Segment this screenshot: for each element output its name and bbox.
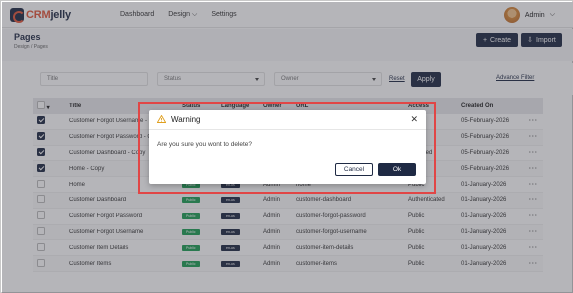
dialog-title: Warning [171, 115, 201, 124]
cancel-button[interactable]: Cancel [335, 163, 373, 176]
ok-button[interactable]: Ok [378, 163, 416, 176]
close-icon[interactable]: ✕ [410, 115, 418, 124]
dialog-header: Warning ✕ [149, 110, 426, 130]
app-frame: CRMjelly Dashboard Design ⌵ Settings Adm… [0, 0, 573, 293]
warning-icon [156, 114, 167, 125]
warning-dialog: Warning ✕ Are you sure you wont to delet… [149, 110, 426, 184]
dialog-message: Are you sure you wont to delete? [157, 141, 253, 148]
